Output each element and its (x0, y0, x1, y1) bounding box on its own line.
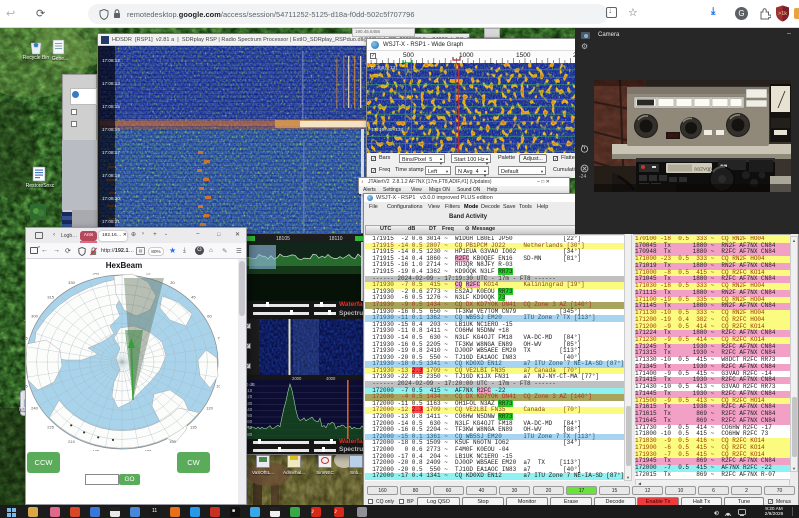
svg-text:30: 30 (170, 280, 175, 285)
svg-text:aa2vqp: aa2vqp (694, 167, 712, 173)
svg-text:210: 210 (68, 439, 75, 444)
svg-text:285: 285 (24, 336, 29, 341)
svg-text:60: 60 (207, 314, 212, 319)
svg-text:315: 315 (47, 294, 54, 299)
svg-text:17:19:45 13d: 17:19:45 13d (371, 127, 404, 133)
svg-text:165: 165 (145, 448, 152, 451)
svg-text:135: 135 (190, 425, 197, 430)
svg-text:345: 345 (93, 273, 100, 276)
svg-text:45: 45 (191, 294, 196, 299)
svg-text:225: 225 (47, 425, 54, 430)
svg-text:120: 120 (206, 406, 213, 411)
svg-text:75: 75 (217, 336, 220, 341)
svg-text:270: 270 (24, 360, 25, 365)
svg-text:>1k: >1k (778, 11, 787, 17)
svg-text:105: 105 (216, 383, 220, 388)
svg-text:255: 255 (24, 383, 29, 388)
svg-text:150: 150 (169, 439, 176, 444)
svg-text:195: 195 (93, 448, 100, 451)
svg-text:15: 15 (146, 273, 151, 276)
svg-text:330: 330 (68, 280, 75, 285)
svg-text:D:3g0( 13(: D:3g0( 13( (371, 65, 398, 71)
svg-text:300: 300 (31, 314, 38, 319)
svg-text:240: 240 (31, 406, 38, 411)
